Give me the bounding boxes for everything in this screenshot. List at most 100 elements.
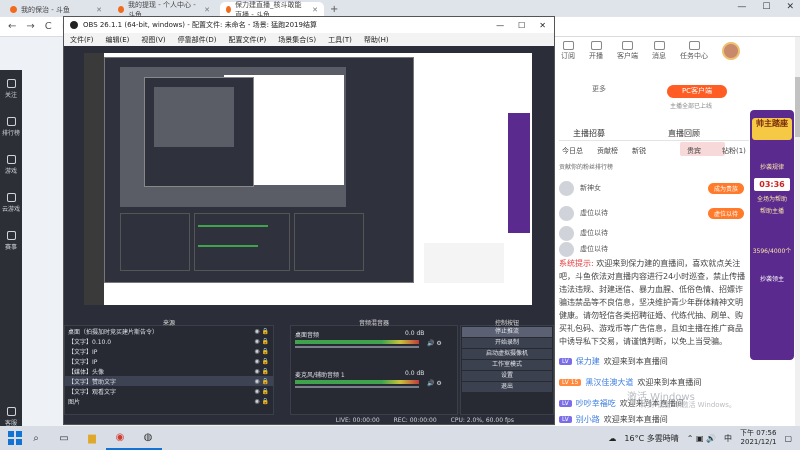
promo-banner[interactable]: 帅主踏座 抄袭规律 03:36 全场为帮助 帮助主播 3596/4000个 抄袭… — [750, 110, 794, 360]
close-tab-icon[interactable]: ✕ — [204, 6, 210, 14]
notification-icon[interactable]: ▢ — [784, 434, 792, 443]
obs-maximize-button[interactable]: ☐ — [518, 21, 525, 30]
reload-button[interactable]: C — [45, 21, 52, 32]
menu-file[interactable]: 文件(F) — [70, 35, 94, 45]
settings-button[interactable]: 设置 — [462, 371, 552, 381]
obs-close-button[interactable]: ✕ — [539, 21, 546, 30]
virtual-camera-button[interactable]: 启动虚拟摄像机 — [462, 349, 552, 359]
sidebar-item-follow[interactable]: 关注 — [0, 70, 22, 108]
clock[interactable]: 下午 07:56 2021/12/1 — [740, 429, 776, 447]
stop-streaming-button[interactable]: 停止推流 — [462, 327, 552, 337]
close-tab-icon[interactable]: ✕ — [312, 6, 318, 14]
chat-text: 欢迎来到本直播间 — [603, 357, 668, 366]
visibility-eye-icon[interactable]: ◉ 🔒 — [254, 388, 269, 395]
browser-tab[interactable]: 我的提现 - 个人中心 - 斗鱼 ✕ — [112, 1, 216, 19]
source-item[interactable]: 【媒体】头像 ◉ 🔒 — [65, 366, 273, 376]
scrollbar-thumb[interactable] — [795, 77, 800, 137]
new-tab-button[interactable]: + — [330, 2, 338, 17]
chat-username[interactable]: 保力建 — [576, 356, 600, 367]
menu-view[interactable]: 视图(V) — [141, 35, 165, 45]
close-tab-icon[interactable]: ✕ — [96, 6, 102, 14]
visibility-eye-icon[interactable]: ◉ 🔒 — [254, 348, 269, 355]
promo-subtitle: 抄袭规律 — [759, 164, 784, 171]
chat-username[interactable]: 吵吵幸福吃 — [576, 398, 616, 409]
client-button[interactable]: 客户端 — [617, 41, 638, 61]
visibility-eye-icon[interactable]: ◉ 🔒 — [254, 358, 269, 365]
menu-help[interactable]: 帮助(H) — [364, 35, 389, 45]
obs-preview[interactable] — [84, 53, 532, 305]
avatar[interactable] — [722, 42, 740, 60]
rank-row: 虚位以待 虚位以待 — [559, 202, 744, 224]
chat-username[interactable]: 黑汉佳澳大道 — [585, 377, 633, 388]
rank-icon — [6, 117, 16, 126]
messages-button[interactable]: 消息 — [652, 41, 666, 61]
obs-icon[interactable]: ◍ — [134, 426, 162, 450]
douyu-favicon-icon — [10, 6, 17, 13]
rank-action-button[interactable]: 虚位以待 — [707, 207, 744, 219]
visibility-eye-icon[interactable]: ◉ 🔒 — [254, 338, 269, 345]
menu-profile[interactable]: 配置文件(P) — [229, 35, 267, 45]
subtab-today[interactable]: 今日总 — [562, 146, 583, 156]
level-badge: LV — [559, 400, 572, 407]
minimize-button[interactable]: — — [737, 2, 746, 12]
start-recording-button[interactable]: 开始录制 — [462, 338, 552, 348]
speaker-icon[interactable]: 🔊 ⚙ — [427, 380, 442, 387]
tab-replay[interactable]: 直播回顾 — [668, 128, 700, 139]
chat-username[interactable]: 别小路 — [576, 414, 600, 425]
studio-mode-button[interactable]: 工作室模式 — [462, 360, 552, 370]
visibility-eye-icon[interactable]: ◉ 🔒 — [254, 398, 269, 405]
subtab-contribution[interactable]: 贡献榜 — [597, 146, 618, 156]
close-window-button[interactable]: ✕ — [786, 2, 794, 12]
subtab-new[interactable]: 新锐 — [632, 146, 646, 156]
subscribe-button[interactable]: 订阅 — [561, 41, 575, 61]
pc-client-button[interactable]: PC客户端 — [667, 85, 727, 98]
sidebar-item-game[interactable]: 游戏 — [0, 146, 22, 184]
rec-timer: REC: 00:00:00 — [393, 417, 437, 424]
input-language[interactable]: 中 — [724, 433, 732, 444]
subtab-vip[interactable]: 贵宾 — [687, 146, 701, 156]
tray-icons[interactable]: ⌃ ▣ 🔊 — [687, 434, 716, 443]
task-view-icon[interactable]: ▭ — [50, 426, 78, 450]
visibility-eye-icon[interactable]: ◉ 🔒 — [254, 378, 269, 385]
back-button[interactable]: ← — [8, 21, 16, 32]
menu-edit[interactable]: 编辑(E) — [106, 35, 130, 45]
obs-minimize-button[interactable]: — — [496, 21, 504, 30]
browser-tab-active[interactable]: 保力建直播_核斗敢能直播 - 斗鱼 ✕ — [220, 1, 324, 19]
subtab-diamond-fans[interactable]: 钻粉(1) — [722, 146, 746, 156]
speaker-icon[interactable]: 🔊 ⚙ — [427, 340, 442, 347]
source-item[interactable]: 【文字】IP ◉ 🔒 — [65, 346, 273, 356]
menu-scene-collection[interactable]: 场景集合(S) — [278, 35, 316, 45]
file-explorer-icon[interactable]: ▆ — [78, 426, 106, 450]
menu-tools[interactable]: 工具(T) — [328, 35, 352, 45]
source-item-selected[interactable]: 【文字】赞助文字 ◉ 🔒 — [65, 376, 273, 386]
search-icon[interactable]: ⌕ — [22, 426, 50, 450]
source-item[interactable]: 【文字】0.10.0 ◉ 🔒 — [65, 336, 273, 346]
weather-text[interactable]: 16°C 多雲時晴 — [624, 433, 678, 444]
visibility-eye-icon[interactable]: ◉ 🔒 — [254, 328, 269, 335]
forward-button[interactable]: → — [26, 21, 34, 32]
source-item[interactable]: 【文字】IP ◉ 🔒 — [65, 356, 273, 366]
menu-docks[interactable]: 停靠部件(D) — [178, 35, 217, 45]
more-button[interactable]: 更多 — [592, 84, 606, 94]
volume-fader[interactable] — [295, 386, 419, 388]
become-noble-button[interactable]: 成为贵族 — [707, 182, 744, 194]
tab-recruit[interactable]: 主播招募 — [573, 128, 605, 139]
browser-tab[interactable]: 我的保治 - 斗鱼 ✕ — [4, 2, 108, 17]
task-center-button[interactable]: 任务中心 — [680, 41, 708, 61]
maximize-button[interactable]: ☐ — [762, 2, 770, 12]
source-item[interactable]: 桌面（拍摄加时竞买建片斯告令） ◉ 🔒 — [65, 326, 273, 336]
visibility-eye-icon[interactable]: ◉ 🔒 — [254, 368, 269, 375]
source-item[interactable]: 【文字】观看文字 ◉ 🔒 — [65, 386, 273, 396]
chrome-icon[interactable]: ◉ — [106, 426, 134, 450]
source-item[interactable]: 图片 ◉ 🔒 — [65, 396, 273, 406]
rank-link[interactable]: 贡献你的粉丝排行榜 — [559, 162, 613, 171]
windows-start-icon[interactable] — [8, 431, 22, 445]
sidebar-item-cloud[interactable]: 云游戏 — [0, 184, 22, 222]
source-label: 图片 — [68, 398, 81, 406]
go-live-button[interactable]: 开播 — [589, 41, 603, 61]
sidebar-item-esports[interactable]: 赛事 — [0, 222, 22, 260]
exit-button[interactable]: 退出 — [462, 382, 552, 392]
sidebar-item-rank[interactable]: 排行榜 — [0, 108, 22, 146]
volume-fader[interactable] — [295, 346, 419, 348]
page-scrollbar[interactable] — [795, 37, 800, 440]
